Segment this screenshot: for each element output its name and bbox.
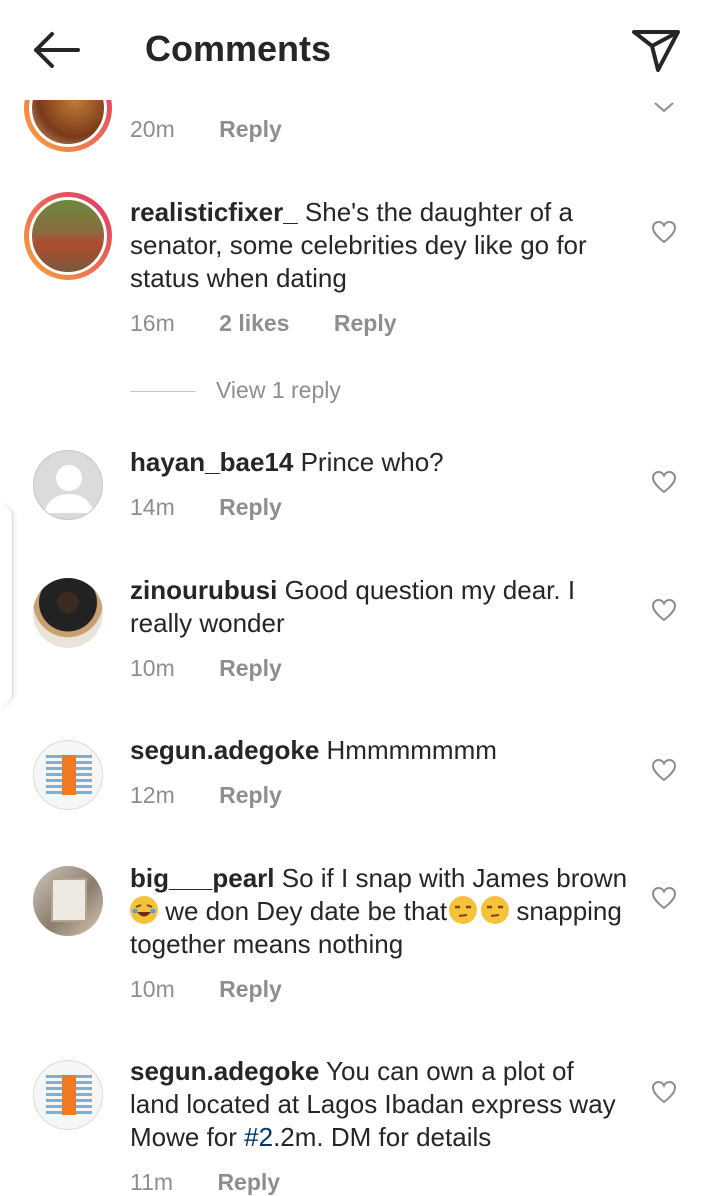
- comment-body-part-2: we don Dey date be that: [158, 896, 448, 926]
- divider-line: [130, 391, 196, 393]
- reply-button[interactable]: Reply: [219, 655, 282, 681]
- comment-username[interactable]: realisticfixer_: [130, 197, 298, 227]
- comment-time: 20m: [130, 116, 175, 142]
- avatar[interactable]: [24, 192, 112, 280]
- avatar[interactable]: [33, 740, 103, 810]
- comment-username[interactable]: zinourubusi: [130, 575, 277, 605]
- comment-username[interactable]: segun.adegoke: [130, 735, 319, 765]
- avatar[interactable]: [33, 1060, 103, 1130]
- reply-button[interactable]: Reply: [219, 494, 282, 520]
- comment-time: 11m: [130, 1169, 174, 1195]
- comment-time: 12m: [130, 782, 175, 808]
- comment-meta: 12m Reply: [130, 782, 320, 809]
- view-replies-button[interactable]: View 1 reply: [130, 377, 341, 404]
- comment-meta: 11m Reply: [130, 1169, 318, 1196]
- comment-username[interactable]: segun.adegoke: [130, 1056, 319, 1086]
- side-panel-edge[interactable]: [0, 505, 13, 705]
- comment-text: hayan_bae14 Prince who?: [130, 446, 630, 479]
- chevron-down-icon[interactable]: [653, 100, 675, 114]
- comment-text: big___pearl So if I snap with James brow…: [130, 862, 630, 961]
- comment-username[interactable]: big___pearl: [130, 863, 275, 893]
- comment-text: realisticfixer_ She's the daughter of a …: [130, 196, 630, 295]
- heart-icon[interactable]: [651, 1080, 677, 1104]
- comment-username[interactable]: hayan_bae14: [130, 447, 293, 477]
- reply-button[interactable]: Reply: [217, 1169, 280, 1195]
- reply-button[interactable]: Reply: [219, 782, 282, 808]
- comment-meta: 10m Reply: [130, 976, 320, 1003]
- comment-text: segun.adegoke Hmmmmmmm: [130, 734, 630, 767]
- top-bar: Comments: [0, 0, 715, 100]
- heart-icon[interactable]: [651, 758, 677, 782]
- avatar[interactable]: [33, 866, 103, 936]
- page-title: Comments: [145, 28, 332, 69]
- heart-icon[interactable]: [651, 220, 677, 244]
- comment-body-part-2: .2m. DM for details: [273, 1122, 492, 1152]
- reply-button[interactable]: Reply: [219, 976, 282, 1002]
- laughing-emoji-icon: [130, 896, 158, 924]
- comment-meta: 14m Reply: [130, 494, 320, 521]
- view-replies-label: View 1 reply: [216, 377, 341, 403]
- comment-body: Prince who?: [300, 447, 444, 477]
- reply-button[interactable]: Reply: [334, 310, 397, 336]
- comment-meta: 10m Reply: [130, 655, 320, 682]
- comment-text: segun.adegoke You can own a plot of land…: [130, 1055, 630, 1154]
- heart-icon[interactable]: [651, 598, 677, 622]
- avatar[interactable]: [33, 578, 103, 648]
- comment-time: 16m: [130, 310, 175, 336]
- heart-icon[interactable]: [651, 470, 677, 494]
- send-icon[interactable]: [628, 24, 684, 76]
- avatar[interactable]: [33, 450, 103, 520]
- unamused-emoji-icon: [481, 896, 510, 924]
- comment-time: 10m: [130, 976, 175, 1002]
- hashtag-link[interactable]: #2: [244, 1122, 273, 1152]
- unamused-emoji-icon: [449, 896, 478, 924]
- comment-meta: 20m Reply: [130, 116, 320, 143]
- comment-time: 14m: [130, 494, 175, 520]
- comment-meta: 16m 2 likes Reply: [130, 310, 435, 337]
- likes-count[interactable]: 2 likes: [219, 310, 289, 336]
- comment-body-part-1: So if I snap with James brown: [281, 863, 628, 893]
- comment-text: zinourubusi Good question my dear. I rea…: [130, 574, 630, 640]
- comment-time: 10m: [130, 655, 175, 681]
- default-avatar-icon: [44, 465, 94, 513]
- reply-button[interactable]: Reply: [219, 116, 282, 142]
- comment-body: Hmmmmmmm: [326, 735, 497, 765]
- back-arrow-icon[interactable]: [30, 28, 82, 72]
- heart-icon[interactable]: [651, 886, 677, 910]
